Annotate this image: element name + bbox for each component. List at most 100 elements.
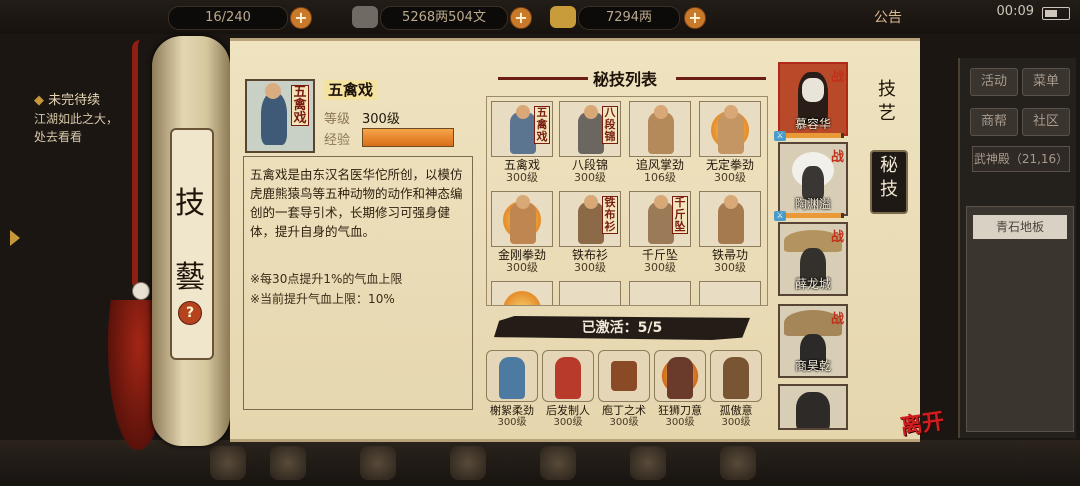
hero-figure (261, 93, 287, 145)
character-name: 薛龙城 (794, 277, 831, 291)
character-portrait[interactable]: 战 慕容华 (778, 62, 848, 136)
bottom-shortcut-icon[interactable] (210, 446, 246, 480)
guild-button[interactable]: 商帮 (970, 108, 1018, 136)
skill-card[interactable]: 无定拳劲 300级 (699, 101, 761, 184)
battery-icon (1042, 7, 1070, 20)
hero-head (724, 195, 738, 209)
skill-card-level: 300级 (714, 261, 746, 274)
hero-head (584, 195, 598, 209)
expand-arrow-icon[interactable] (10, 230, 20, 246)
skill-name: 五禽戏 (324, 80, 378, 100)
hero-figure (667, 357, 693, 399)
skill-note-2: ※当前提升气血上限：10% (250, 292, 395, 306)
skill-card[interactable]: 金刚拳劲 300级 (491, 191, 553, 274)
mask-face (802, 78, 824, 102)
top-hud (0, 0, 1080, 34)
scroll-title-bottom: 藝 (175, 260, 205, 295)
tile-ground-label[interactable]: 青石地板 (973, 215, 1067, 239)
hero-head (516, 195, 530, 209)
skill-card[interactable]: 五禽戏 五禽戏 300级 (491, 101, 553, 184)
skill-card-level: 300级 (574, 171, 606, 184)
diamond-icon: ◆ (34, 93, 49, 108)
active-skill-level: 300级 (721, 417, 751, 428)
character-hp-bar (780, 133, 844, 138)
active-count-banner: 已激活：5/5 (494, 316, 750, 340)
silver-counter: 5268两504文 (380, 6, 508, 30)
hero-head (584, 105, 598, 119)
level-value: 300级 (362, 112, 400, 127)
skill-card-name: 金刚拳劲 (497, 248, 546, 262)
notice-button[interactable]: 公告 (874, 7, 902, 27)
skill-card-name: 八段锦 (571, 158, 608, 172)
status-badge-icon: ⚔ (774, 131, 786, 141)
character-portrait[interactable]: 战 薛龙城 (778, 222, 848, 296)
hero-figure (796, 392, 830, 428)
bottom-shortcut-icon[interactable] (270, 446, 306, 480)
quest-title: 未完待续 (48, 93, 101, 108)
skill-tag: 五禽戏 (291, 85, 309, 126)
add-gold-button[interactable]: + (684, 7, 706, 29)
skill-list-title: 秘技列表 (592, 70, 657, 89)
skill-card-name: 千斤坠 (641, 248, 678, 262)
menu-button[interactable]: 菜单 (1022, 68, 1070, 96)
character-portrait[interactable]: 战 商昊乾 (778, 304, 848, 378)
tab-secret-label: 秘技 (880, 155, 898, 200)
active-skill[interactable]: 榭絮柔劲 300级 (486, 350, 538, 428)
help-button[interactable]: ? (178, 301, 202, 325)
bottom-shortcut-icon[interactable] (360, 446, 396, 480)
hero-figure (723, 357, 749, 399)
active-skill[interactable]: 孤傲意 300级 (710, 350, 762, 428)
gold-ingot-icon (550, 6, 576, 28)
tab-secret[interactable]: 秘技 (870, 150, 908, 214)
tile-info-panel: 青石地板 (966, 206, 1074, 432)
battle-mark: 战 (830, 230, 844, 245)
skill-card-level: 300级 (574, 261, 606, 274)
hero-head (654, 105, 668, 119)
active-skill-name: 孤傲意 (719, 404, 753, 417)
activity-button[interactable]: 活动 (970, 68, 1018, 96)
character-name: 陶渊溢 (794, 197, 831, 211)
bottom-shortcut-icon[interactable] (630, 446, 666, 480)
active-skill[interactable]: 后发制人 300级 (542, 350, 594, 428)
active-skill[interactable]: 庖丁之术 300级 (598, 350, 650, 428)
skill-card[interactable]: 铁布衫 铁布衫 300级 (559, 191, 621, 274)
add-energy-button[interactable]: + (290, 7, 312, 29)
leave-button[interactable]: 离开 (898, 403, 946, 441)
character-portrait[interactable] (778, 384, 848, 430)
bottom-shortcut-icon[interactable] (540, 446, 576, 480)
bottom-shortcut-icon[interactable] (720, 446, 756, 480)
skill-card-name: 无定拳劲 (705, 158, 754, 172)
battle-mark: 战 (830, 312, 844, 327)
tab-craft[interactable]: 技艺 (870, 78, 904, 128)
bead-decoration (132, 282, 150, 300)
level-label: 等级 (324, 112, 351, 127)
active-skill[interactable]: 狂狮刀意 300级 (654, 350, 706, 428)
skill-card[interactable]: 追风掌劲 106级 (629, 101, 691, 184)
exp-bar (362, 128, 454, 147)
character-name: 商昊乾 (794, 359, 831, 373)
gold-counter: 7294两 (578, 6, 680, 30)
add-silver-button[interactable]: + (510, 7, 532, 29)
community-button[interactable]: 社区 (1022, 108, 1070, 136)
active-skill-name: 狂狮刀意 (658, 404, 702, 417)
active-skill-level: 300级 (553, 417, 583, 428)
character-portrait[interactable]: 战 陶渊溢 (778, 142, 848, 216)
active-skill-level: 300级 (665, 417, 695, 428)
character-name: 慕容华 (794, 117, 831, 131)
hero-head (516, 105, 530, 119)
skill-card[interactable] (491, 281, 553, 305)
skill-card-name: 铁帚功 (711, 248, 748, 262)
status-badge-icon: ⚔ (774, 211, 786, 221)
hero-figure (555, 357, 581, 399)
skill-card[interactable] (559, 281, 621, 305)
skill-card[interactable] (629, 281, 691, 305)
skill-grid: 五禽戏 五禽戏 300级 八段锦 八段锦 300级 追风掌劲 106级 无定拳劲… (486, 96, 768, 306)
skill-card[interactable] (699, 281, 761, 305)
scroll-label-panel (170, 128, 214, 360)
skill-card[interactable]: 八段锦 八段锦 300级 (559, 101, 621, 184)
battle-mark: 战 (830, 150, 844, 165)
skill-card-level: 300级 (644, 261, 676, 274)
skill-card[interactable]: 铁帚功 300级 (699, 191, 761, 274)
bottom-shortcut-icon[interactable] (450, 446, 486, 480)
skill-card[interactable]: 千斤坠 千斤坠 300级 (629, 191, 691, 274)
